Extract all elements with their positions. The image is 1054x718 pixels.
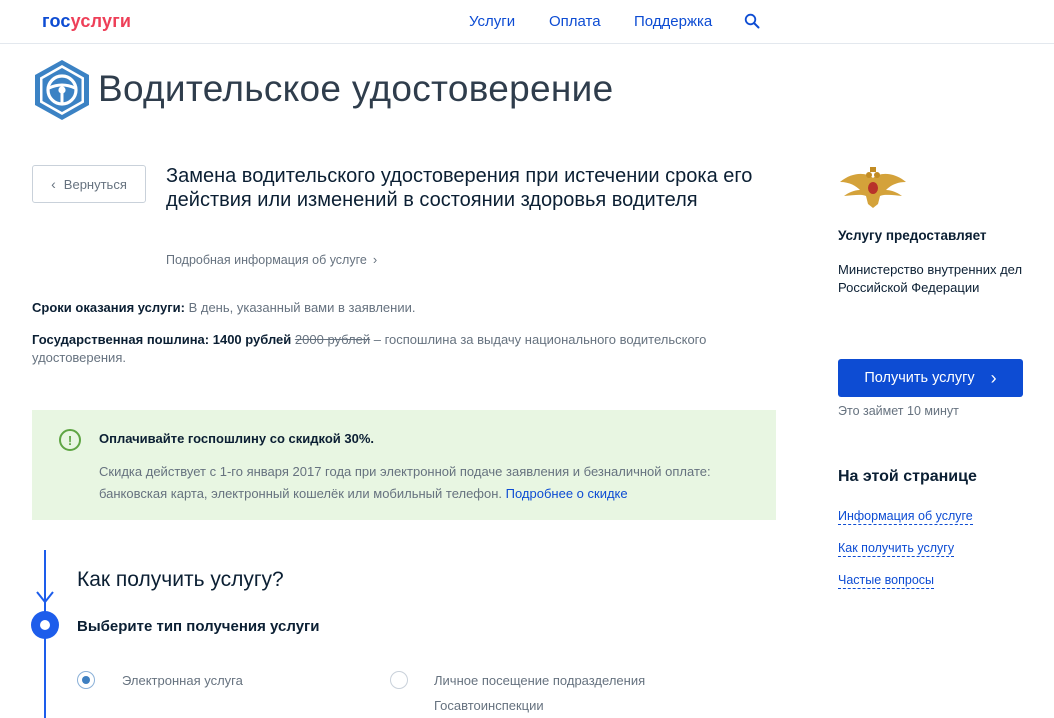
back-button-label: Вернуться bbox=[63, 176, 127, 192]
chevron-right-icon: › bbox=[372, 252, 378, 267]
get-service-label: Получить услугу bbox=[864, 370, 975, 386]
notice-title: Оплачивайте госпошлину со скидкой 30%. bbox=[99, 431, 375, 446]
page-title: Водительское удостоверение bbox=[98, 68, 614, 109]
radio-personal-visit[interactable] bbox=[390, 671, 408, 689]
radio-label-electronic[interactable]: Электронная услуга bbox=[122, 668, 243, 693]
chevron-right-icon: › bbox=[990, 367, 997, 388]
fee-label: Государственная пошлина: 1400 рублей bbox=[32, 332, 292, 347]
nav-support[interactable]: Поддержка bbox=[634, 13, 712, 30]
service-fee: Государственная пошлина: 1400 рублей 200… bbox=[32, 331, 752, 367]
back-button[interactable]: ‹ Вернуться bbox=[32, 165, 146, 203]
provider-name: Министерство внутренних дел Российской Ф… bbox=[838, 262, 1023, 295]
service-details-link[interactable]: Подробная информация об услуге › bbox=[166, 252, 377, 267]
terms-value: В день, указанный вами в заявлении. bbox=[184, 300, 416, 315]
service-terms: Сроки оказания услуги: В день, указанный… bbox=[32, 300, 415, 315]
chevron-left-icon: ‹ bbox=[51, 176, 56, 192]
service-title: Замена водительского удостоверения при и… bbox=[166, 165, 753, 211]
how-to-get-heading: Как получить услугу? bbox=[77, 568, 284, 591]
search-icon[interactable] bbox=[744, 13, 760, 29]
onpage-link-faq[interactable]: Частые вопросы bbox=[838, 572, 935, 589]
service-details-label: Подробная информация об услуге bbox=[166, 253, 367, 267]
fee-old-price: 2000 рублей bbox=[294, 332, 371, 347]
logo-text-part1: гос bbox=[42, 11, 71, 31]
terms-label: Сроки оказания услуги: bbox=[32, 300, 185, 315]
logo-text-part2: услуги bbox=[70, 11, 132, 31]
time-estimate: Это займет 10 минут bbox=[838, 404, 959, 418]
mvd-emblem-icon bbox=[840, 167, 906, 208]
get-service-button[interactable]: Получить услугу › bbox=[838, 359, 1023, 397]
onpage-link-how-to-get[interactable]: Как получить услугу bbox=[838, 540, 955, 557]
nav-payment[interactable]: Оплата bbox=[549, 13, 601, 30]
step-indicator bbox=[31, 611, 59, 639]
exclamation-icon: ! bbox=[59, 429, 81, 451]
gosuslugi-logo[interactable]: госуслуги bbox=[42, 11, 131, 32]
onpage-link-service-info[interactable]: Информация об услуге bbox=[838, 508, 973, 525]
radio-label-personal-visit[interactable]: Личное посещение подразделения Госавтоин… bbox=[434, 668, 674, 718]
discount-notice: ! Оплачивайте госпошлину со скидкой 30%.… bbox=[32, 410, 776, 520]
notice-text: Скидка действует с 1-го января 2017 года… bbox=[99, 461, 749, 505]
on-page-heading: На этой странице bbox=[838, 468, 977, 485]
top-navigation-bar: госуслуги Услуги Оплата Поддержка bbox=[0, 0, 1054, 44]
arrow-down-icon bbox=[36, 591, 54, 604]
radio-electronic-service[interactable] bbox=[77, 671, 95, 689]
step-title: Выберите тип получения услуги bbox=[77, 618, 320, 635]
discount-details-link[interactable]: Подробнее о скидке bbox=[506, 486, 628, 501]
steering-wheel-icon bbox=[35, 60, 89, 120]
provider-heading: Услугу предоставляет bbox=[838, 228, 987, 243]
nav-services[interactable]: Услуги bbox=[469, 13, 515, 30]
